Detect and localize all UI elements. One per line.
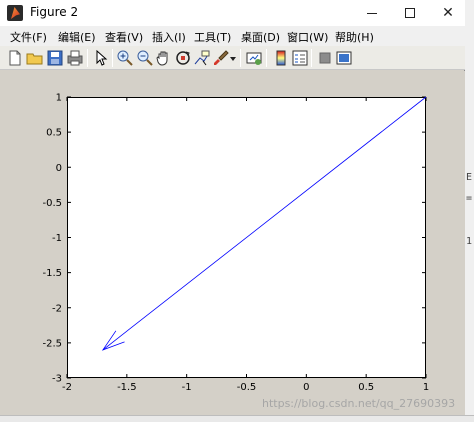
x-tick-label: -2 [62,382,72,393]
x-tick-label: 0.5 [358,382,374,393]
y-tick-label: 1 [56,93,62,104]
y-tick-label: -2.5 [42,338,62,349]
x-tick-label: -1 [182,382,192,393]
y-tick-label: 0.5 [46,128,62,139]
x-tick-label: 1 [423,382,429,393]
arrow-shaft [102,96,427,351]
plot-overlay: -2 -1.5 -1 -0.5 0 0.5 1 1 0.5 0 -0.5 -1 -1.5 -2 -2.5 -3 [42,93,429,394]
watermark-text: https://blog.csdn.net/qq_27690393 [262,397,456,410]
y-tick-label: -2 [52,303,62,314]
y-tick-label: -0.5 [42,198,62,209]
y-tick-label: 0 [56,163,62,174]
y-tick-label: -3 [52,374,62,385]
x-tick-label: -1.5 [117,382,137,393]
y-tick-label: -1.5 [42,268,62,279]
screenshot-root: 5 2 0 5 - E = 1 Figure 2 ✕ 文件(F) 编辑(E) 查… [0,0,474,422]
taskbar-strip [0,415,474,422]
y-tick-label: -1 [52,233,62,244]
x-tick-label: 0 [303,382,309,393]
x-tick-label: -0.5 [237,382,257,393]
